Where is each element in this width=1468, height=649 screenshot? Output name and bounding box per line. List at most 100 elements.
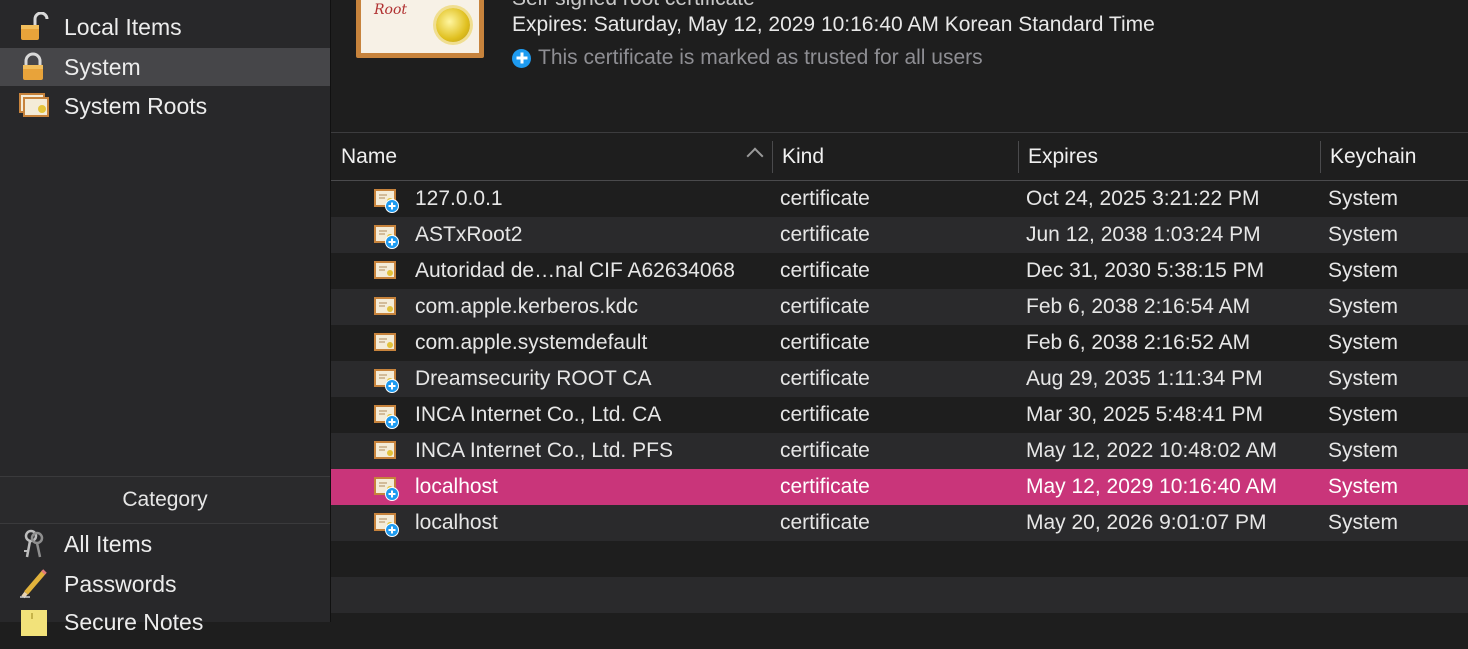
table-row[interactable]: Autoridad de…nal CIF A62634068 certificat… [331,253,1468,289]
cell-name: com.apple.systemdefault [415,331,648,354]
cell-expires: Jun 12, 2038 1:03:24 PM [1026,223,1261,246]
table-row[interactable]: localhost certificate May 20, 2026 9:01:07… [331,505,1468,541]
lock-closed-icon [18,52,50,82]
sidebar-item-label: System [64,53,141,80]
certificate-seal-icon [436,8,470,42]
cell-keychain: System [1328,367,1399,390]
cell-keychain: System [1328,295,1399,318]
column-header-label: Keychain [1330,144,1417,168]
cell-keychain: System [1328,403,1399,426]
cell-keychain: System [1328,439,1399,462]
cell-kind: certificate [780,367,870,390]
table-row[interactable]: INCA Internet Co., Ltd. PFS certificate Ma… [331,433,1468,469]
certificate-icon [373,331,399,355]
cell-expires: Dec 31, 2030 5:38:15 PM [1026,259,1265,282]
empty-table-row [331,541,1468,577]
cell-name: INCA Internet Co., Ltd. CA [415,403,662,426]
note-icon [18,607,50,637]
trust-text: This certificate is marked as trusted fo… [538,46,983,69]
certificate-subtitle: Self-signed root certificate [512,0,755,11]
cell-kind: certificate [780,475,870,498]
pencil-icon [18,569,50,599]
category-header: Category [0,476,330,524]
cell-name: localhost [415,511,498,534]
trusted-certificate-icon [373,475,399,501]
keys-icon [18,529,50,559]
column-header-keychain[interactable]: Keychain [1320,133,1468,180]
table-row[interactable]: localhost certificate May 12, 2029 10:16:4… [331,469,1468,505]
cell-name: Autoridad de…nal CIF A62634068 [415,259,735,282]
sidebar-item-label: System Roots [64,92,208,119]
table-row[interactable]: com.apple.systemdefault certificate Feb 6,… [331,325,1468,361]
trusted-certificate-icon [373,403,399,429]
certificate-large-icon: Root [356,0,484,58]
trusted-plus-icon [512,48,531,68]
sidebar-item-passwords[interactable]: Passwords [0,565,330,603]
cell-expires: Mar 30, 2025 5:48:41 PM [1026,403,1263,426]
sidebar-item-label: Local Items [64,13,182,40]
cell-kind: certificate [780,259,870,282]
cell-kind: certificate [780,295,870,318]
trusted-certificate-icon [373,187,399,213]
cell-kind: certificate [780,223,870,246]
empty-table-row [331,577,1468,613]
cell-expires: Feb 6, 2038 2:16:52 AM [1026,331,1251,354]
trusted-certificate-icon [373,223,399,249]
table-row[interactable]: com.apple.kerberos.kdc certificate Feb 6, … [331,289,1468,325]
sidebar: Local Items System System Roots Category [0,0,331,636]
certificate-icon [373,439,399,463]
column-header-expires[interactable]: Expires [1018,133,1320,180]
column-header-kind[interactable]: Kind [772,133,1018,180]
empty-table-row [331,613,1468,649]
sidebar-item-system-roots[interactable]: System Roots [0,87,330,125]
truncated-sidebar-item-icon [22,0,48,2]
cell-name: INCA Internet Co., Ltd. PFS [415,439,673,462]
certificate-icon [373,259,399,283]
cell-name: 127.0.0.1 [415,187,503,210]
cell-kind: certificate [780,403,870,426]
trusted-certificate-icon [373,367,399,393]
column-header-label: Name [341,144,398,168]
cell-name: ASTxRoot2 [415,223,523,246]
table-row[interactable]: ASTxRoot2 certificate Jun 12, 2038 1:03:24… [331,217,1468,253]
column-header-label: Expires [1028,144,1099,168]
sidebar-item-all-items[interactable]: All Items [0,525,330,563]
cell-name: com.apple.kerberos.kdc [415,295,638,318]
sidebar-item-label: All Items [64,530,153,557]
cell-name: Dreamsecurity ROOT CA [415,367,652,390]
cell-expires: May 12, 2022 10:48:02 AM [1026,439,1278,462]
sidebar-item-label: Secure Notes [64,608,204,635]
cell-keychain: System [1328,223,1399,246]
cell-kind: certificate [780,187,870,210]
cell-keychain: System [1328,331,1399,354]
sidebar-item-label: Passwords [64,570,177,597]
certificate-icon [18,91,50,121]
table-row[interactable]: INCA Internet Co., Ltd. CA certificate Mar… [331,397,1468,433]
column-header-label: Kind [782,144,825,168]
certificate-expires: Expires: Saturday, May 12, 2029 10:16:40… [512,13,1155,36]
cell-expires: May 12, 2029 10:16:40 AM [1026,475,1278,498]
sidebar-item-local-items[interactable]: Local Items [0,8,330,46]
trusted-certificate-icon [373,511,399,537]
certificate-script-text: Root [374,2,408,18]
certificate-table: Name Kind Expires Keychain 127.0.0.1 cert… [331,133,1468,622]
cell-kind: certificate [780,331,870,354]
lock-open-icon [18,11,50,42]
table-row[interactable]: 127.0.0.1 certificate Oct 24, 2025 3:21:22… [331,181,1468,217]
table-header: Name Kind Expires Keychain [331,133,1468,181]
cell-keychain: System [1328,259,1399,282]
column-header-name[interactable]: Name [331,133,772,180]
cell-keychain: System [1328,475,1399,498]
cell-expires: Feb 6, 2038 2:16:54 AM [1026,295,1251,318]
sidebar-item-secure-notes[interactable]: Secure Notes [0,603,330,641]
cell-keychain: System [1328,511,1399,534]
sidebar-item-system[interactable]: System [0,48,330,86]
certificate-detail-panel: Root Self-signed root certificate Expire… [331,0,1468,133]
cell-kind: certificate [780,439,870,462]
certificate-trust-status: This certificate is marked as trusted fo… [512,46,983,70]
cell-kind: certificate [780,511,870,534]
table-row[interactable]: Dreamsecurity ROOT CA certificate Aug 29, … [331,361,1468,397]
cell-keychain: System [1328,187,1399,210]
cell-name: localhost [415,475,498,498]
cell-expires: May 20, 2026 9:01:07 PM [1026,511,1267,534]
